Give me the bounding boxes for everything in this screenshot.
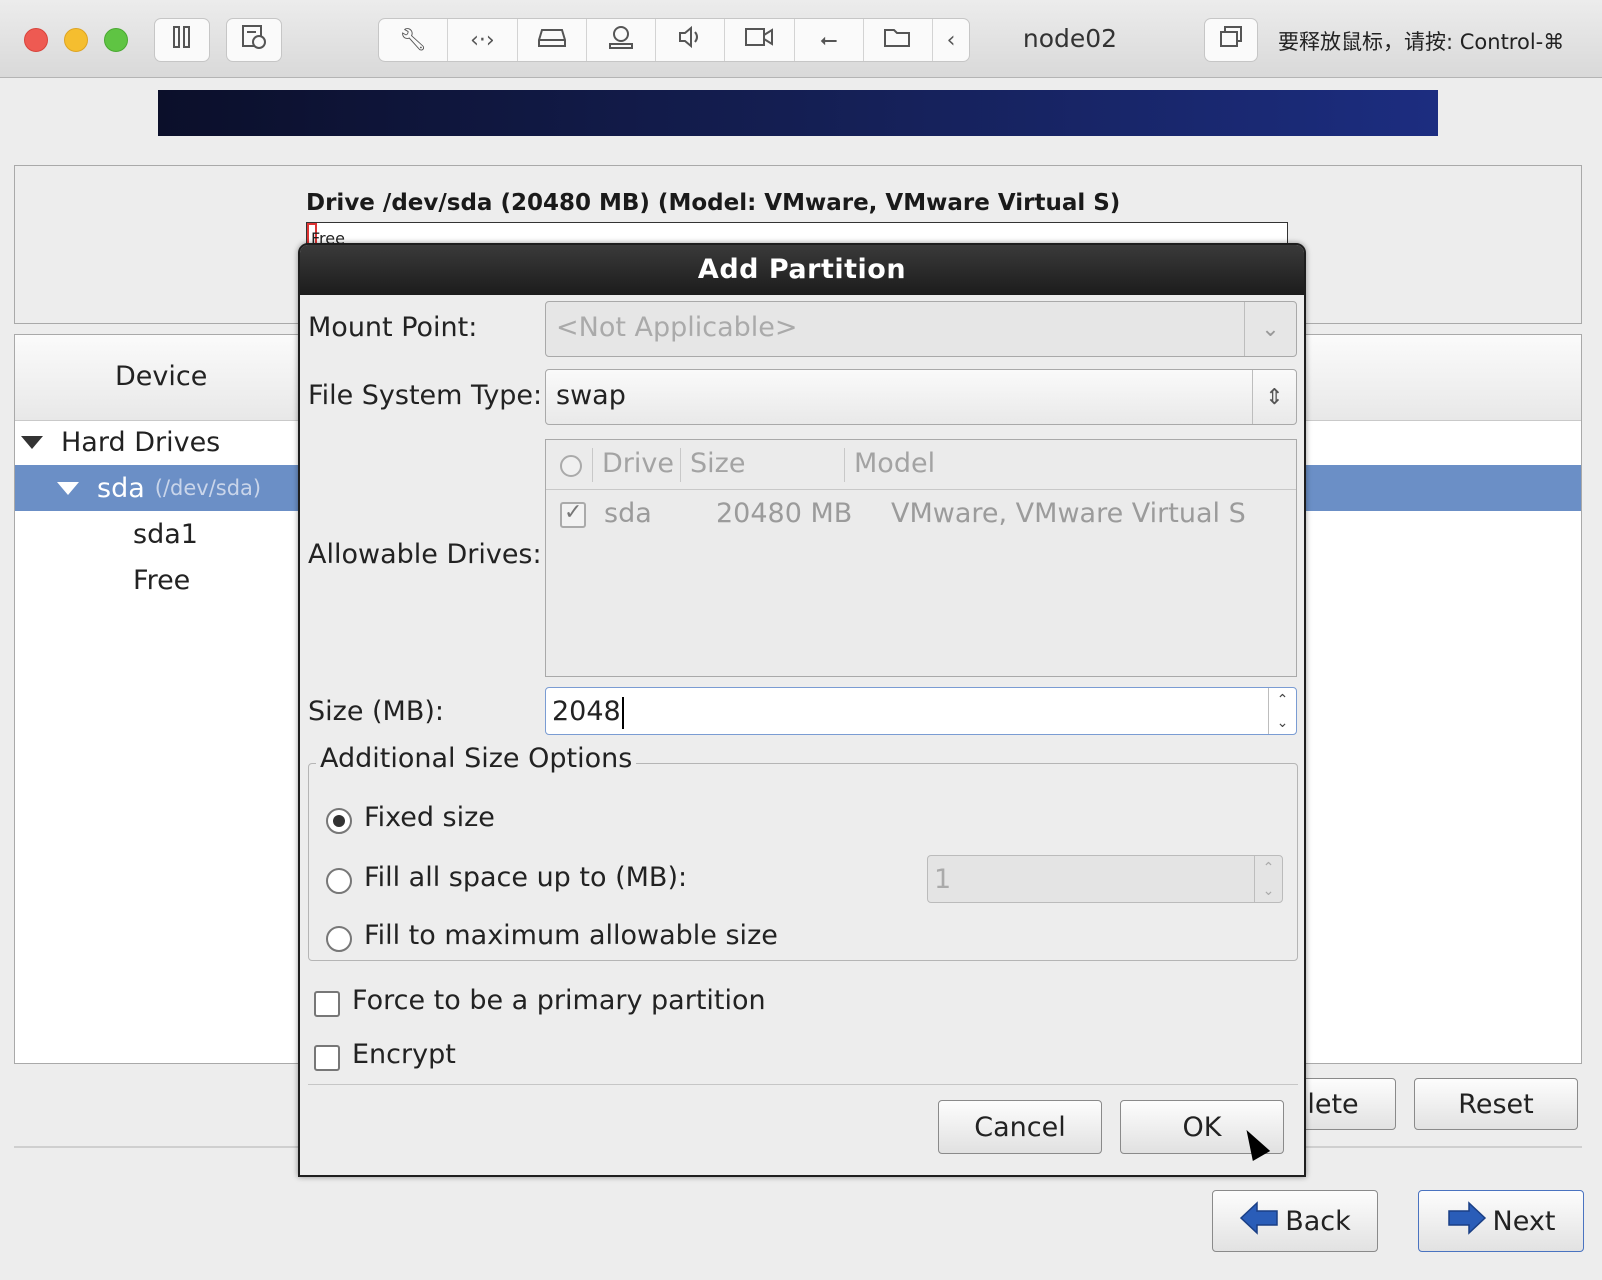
encrypt-label[interactable]: Encrypt bbox=[352, 1039, 456, 1070]
expander-triangle-icon[interactable] bbox=[57, 481, 79, 495]
size-label: Size (MB): bbox=[308, 696, 444, 727]
column-drive[interactable]: Drive bbox=[602, 448, 674, 479]
size-spinbox[interactable]: 2048 ⌃ ⌄ bbox=[545, 687, 1297, 735]
zoom-window-button[interactable] bbox=[104, 28, 128, 52]
mount-point-label: Mount Point: bbox=[308, 312, 478, 343]
size-options-legend: Additional Size Options bbox=[316, 743, 637, 774]
next-button-label: Next bbox=[1492, 1205, 1556, 1237]
tree-item-label: sda bbox=[97, 472, 145, 504]
camera-button[interactable] bbox=[587, 19, 656, 61]
close-window-button[interactable] bbox=[24, 28, 48, 52]
updown-chevron-icon[interactable]: ⇕ bbox=[1252, 370, 1296, 424]
column-size[interactable]: Size bbox=[690, 448, 745, 479]
usb-icon: ⭠ bbox=[819, 27, 838, 53]
spin-arrows-icon[interactable]: ⌃ ⌄ bbox=[1254, 856, 1282, 902]
mount-point-combo[interactable]: <Not Applicable> ⌄ bbox=[545, 301, 1297, 357]
column-model[interactable]: Model bbox=[854, 448, 935, 479]
drive-row-checkbox[interactable] bbox=[560, 500, 586, 535]
network-button[interactable]: ‹·› bbox=[448, 19, 518, 61]
disk-button[interactable] bbox=[518, 19, 587, 61]
installer-banner bbox=[158, 90, 1438, 136]
fs-type-select[interactable]: swap ⇕ bbox=[545, 369, 1297, 425]
settings-wrench-icon: 🔧︎ bbox=[399, 27, 428, 53]
minimize-window-button[interactable] bbox=[64, 28, 88, 52]
snapshot-button[interactable] bbox=[226, 18, 282, 62]
fs-type-value: swap bbox=[556, 380, 626, 411]
back-button[interactable]: Back bbox=[1212, 1190, 1378, 1252]
chevron-down-icon[interactable]: ⌄ bbox=[1244, 302, 1296, 356]
fullscreen-button[interactable] bbox=[1204, 18, 1258, 62]
fill-max-label[interactable]: Fill to maximum allowable size bbox=[364, 920, 778, 951]
video-button[interactable] bbox=[725, 19, 795, 61]
fill-max-radio[interactable] bbox=[326, 926, 352, 952]
next-arrow-icon bbox=[1447, 1200, 1493, 1243]
network-icon: ‹·› bbox=[470, 27, 495, 53]
allowable-drives-table: Drive Size Model sda 20480 MB VMware, VM… bbox=[545, 439, 1297, 677]
fill-upto-value: 1 bbox=[934, 864, 952, 895]
settings-button[interactable]: 🔧︎ bbox=[379, 19, 449, 61]
fill-upto-radio[interactable] bbox=[326, 868, 352, 894]
collapse-toolbar-button[interactable]: ‹ bbox=[933, 19, 969, 61]
release-mouse-hint: 要释放鼠标，请按: Control-⌘ bbox=[1278, 30, 1565, 54]
fill-upto-spinbox[interactable]: 1 ⌃ ⌄ bbox=[927, 855, 1283, 903]
select-all-radio[interactable] bbox=[560, 453, 582, 484]
column-device[interactable]: Device bbox=[115, 361, 207, 392]
expander-triangle-icon[interactable] bbox=[21, 435, 43, 449]
reset-button[interactable]: Reset bbox=[1414, 1078, 1578, 1130]
video-icon bbox=[744, 26, 774, 54]
tree-item-label: Free bbox=[133, 564, 191, 596]
shared-folder-icon bbox=[883, 25, 913, 55]
dialog-separator bbox=[308, 1084, 1298, 1085]
mount-point-value: <Not Applicable> bbox=[556, 312, 798, 343]
force-primary-label[interactable]: Force to be a primary partition bbox=[352, 985, 766, 1016]
fs-type-label: File System Type: bbox=[308, 380, 543, 411]
encrypt-checkbox[interactable] bbox=[314, 1045, 340, 1071]
sound-icon bbox=[677, 25, 703, 55]
reset-button-label: Reset bbox=[1458, 1088, 1534, 1120]
usb-button[interactable]: ⭠ bbox=[795, 19, 864, 61]
shared-folder-button[interactable] bbox=[864, 19, 933, 61]
vm-toolbar: 🔧︎ ‹·› ⭠ ‹ node02 要释放鼠标，请按: Control-⌘ bbox=[0, 0, 1602, 78]
snapshot-icon bbox=[241, 24, 267, 56]
delete-button-label: lete bbox=[1307, 1088, 1359, 1120]
drive-title: Drive /dev/sda (20480 MB) (Model: VMware… bbox=[306, 190, 1121, 216]
cancel-button[interactable]: Cancel bbox=[938, 1100, 1102, 1154]
tree-item-path: (/dev/sda) bbox=[154, 476, 262, 500]
allowable-drives-label: Allowable Drives: bbox=[308, 539, 542, 570]
size-input[interactable]: 2048 bbox=[552, 696, 624, 729]
add-partition-dialog: Add Partition Mount Point: <Not Applicab… bbox=[298, 243, 1306, 1177]
drives-table-header: Drive Size Model bbox=[546, 440, 1296, 490]
drive-row-drive: sda bbox=[604, 498, 652, 529]
ok-button-label: OK bbox=[1182, 1111, 1222, 1143]
pause-button[interactable] bbox=[154, 18, 210, 62]
tree-item-label: Hard Drives bbox=[61, 426, 221, 458]
back-button-label: Back bbox=[1285, 1205, 1351, 1237]
back-arrow-icon bbox=[1239, 1200, 1285, 1243]
camera-icon bbox=[608, 24, 634, 56]
fixed-size-label[interactable]: Fixed size bbox=[364, 802, 495, 833]
vm-name: node02 bbox=[1022, 24, 1118, 53]
dialog-title: Add Partition bbox=[300, 245, 1304, 295]
pause-icon bbox=[171, 25, 193, 55]
collapse-chevron-icon: ‹ bbox=[946, 27, 956, 53]
fill-upto-label[interactable]: Fill all space up to (MB): bbox=[364, 862, 687, 893]
drive-row-size: 20480 MB bbox=[716, 498, 853, 529]
cancel-button-label: Cancel bbox=[974, 1111, 1066, 1143]
drive-row-model: VMware, VMware Virtual S bbox=[891, 498, 1246, 529]
fullscreen-icon bbox=[1219, 25, 1243, 55]
sound-button[interactable] bbox=[656, 19, 726, 61]
spin-arrows-icon[interactable]: ⌃ ⌄ bbox=[1268, 688, 1296, 734]
next-button[interactable]: Next bbox=[1418, 1190, 1584, 1252]
force-primary-checkbox[interactable] bbox=[314, 991, 340, 1017]
fixed-size-radio[interactable] bbox=[326, 808, 352, 834]
tree-item-label: sda1 bbox=[133, 518, 198, 550]
disk-icon bbox=[537, 26, 566, 54]
device-toolbar-group: 🔧︎ ‹·› ⭠ ‹ bbox=[378, 18, 970, 62]
